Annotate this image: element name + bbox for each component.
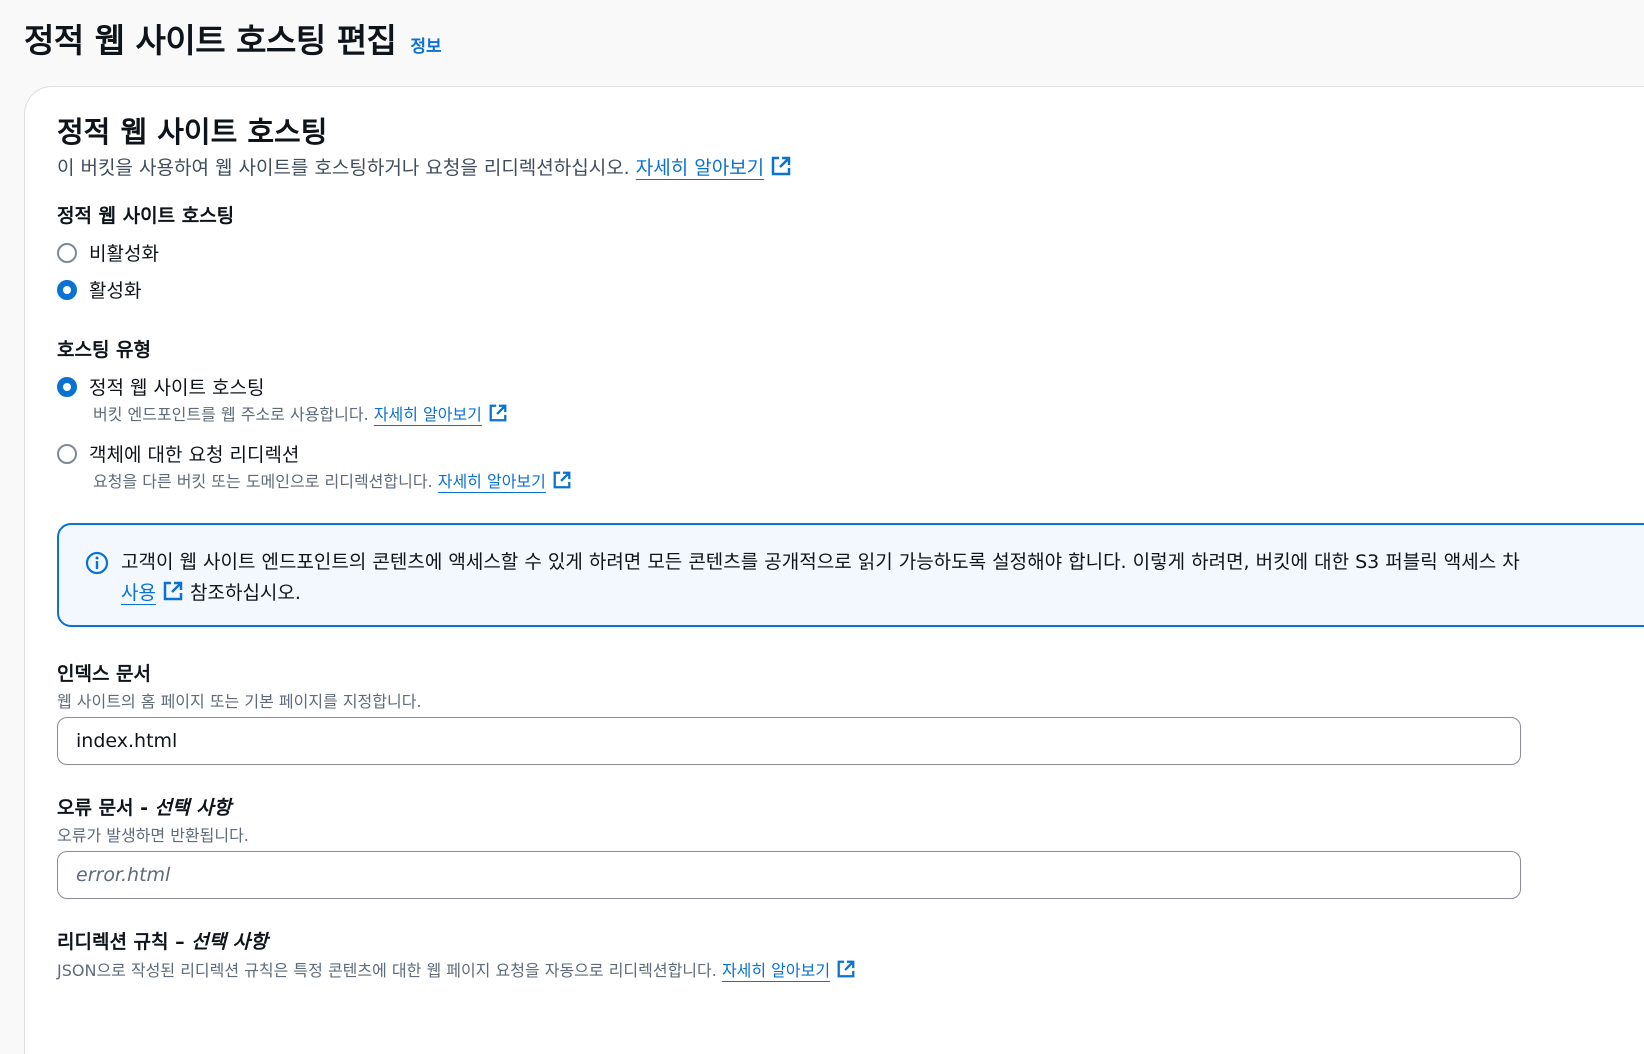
- redirect-rules-label: 리디렉션 규칙 – 선택 사항: [57, 931, 268, 953]
- radio-redirect-circle[interactable]: [57, 443, 77, 464]
- external-link-icon: [553, 471, 571, 489]
- radio-enable[interactable]: 활성화: [57, 276, 141, 303]
- index-document-label: 인덱스 문서: [57, 663, 152, 685]
- index-document-input[interactable]: [57, 717, 1521, 765]
- radio-enable-label: 활성화: [89, 280, 142, 302]
- radio-static-hosting-circle[interactable]: [57, 376, 77, 397]
- radio-disable-label: 비활성화: [89, 243, 159, 265]
- hosting-type-label: 호스팅 유형: [57, 339, 152, 361]
- radio-redirect-label: 객체에 대한 요청 리디렉션: [89, 444, 300, 466]
- hosting-panel: 정적 웹 사이트 호스팅 이 버킷을 사용하여 웹 사이트를 호스팅하거나 요청…: [24, 86, 1644, 1054]
- static-hosting-learn-more-link[interactable]: 자세히 알아보기: [374, 404, 508, 424]
- redirect-rules-hint: JSON으로 작성된 리디렉션 규칙은 특정 콘텐츠에 대한 웹 페이지 요청을…: [57, 957, 856, 981]
- external-link-icon: [489, 404, 507, 422]
- section-description: 이 버킷을 사용하여 웹 사이트를 호스팅하거나 요청을 리디렉션하십시오. 자…: [57, 153, 792, 180]
- radio-static-hosting[interactable]: 정적 웹 사이트 호스팅: [57, 373, 264, 400]
- radio-static-hosting-label: 정적 웹 사이트 호스팅: [89, 377, 265, 399]
- index-document-hint: 웹 사이트의 홈 페이지 또는 기본 페이지를 지정합니다.: [57, 692, 422, 711]
- radio-enable-circle[interactable]: [57, 279, 77, 300]
- radio-disable[interactable]: 비활성화: [57, 239, 159, 266]
- section-title: 정적 웹 사이트 호스팅: [57, 115, 328, 149]
- section-description-text: 이 버킷을 사용하여 웹 사이트를 호스팅하거나 요청을 리디렉션하십시오.: [57, 157, 630, 179]
- alert-link[interactable]: 사용: [121, 581, 184, 604]
- error-document-label: 오류 문서 - 선택 사항: [57, 797, 232, 819]
- page-header: 정적 웹 사이트 호스팅 편집 정보: [24, 14, 442, 62]
- error-document-input[interactable]: [57, 851, 1521, 899]
- alert-text: 고객이 웹 사이트 엔드포인트의 콘텐츠에 액세스할 수 있게 하려면 모든 콘…: [121, 551, 1520, 604]
- redirect-hint: 요청을 다른 버킷 또는 도메인으로 리디렉션합니다. 자세히 알아보기: [93, 468, 572, 492]
- external-link-icon: [771, 156, 791, 176]
- learn-more-link[interactable]: 자세히 알아보기: [636, 156, 792, 179]
- redirect-rules-learn-more-link[interactable]: 자세히 알아보기: [722, 960, 856, 980]
- error-document-hint: 오류가 발생하면 반환됩니다.: [57, 826, 249, 845]
- info-link[interactable]: 정보: [410, 32, 441, 57]
- redirect-learn-more-link[interactable]: 자세히 알아보기: [438, 471, 572, 491]
- info-circle-icon: [85, 551, 109, 575]
- radio-redirect[interactable]: 객체에 대한 요청 리디렉션: [57, 440, 299, 467]
- hosting-toggle-label: 정적 웹 사이트 호스팅: [57, 205, 235, 227]
- static-hosting-hint: 버킷 엔드포인트를 웹 주소로 사용합니다. 자세히 알아보기: [93, 401, 508, 425]
- radio-disable-circle[interactable]: [57, 242, 77, 263]
- page: 정적 웹 사이트 호스팅 편집 정보 정적 웹 사이트 호스팅 이 버킷을 사용…: [0, 0, 1644, 1054]
- page-title: 정적 웹 사이트 호스팅 편집: [24, 21, 397, 60]
- external-link-icon: [163, 581, 183, 601]
- info-alert: 고객이 웹 사이트 엔드포인트의 콘텐츠에 액세스할 수 있게 하려면 모든 콘…: [57, 523, 1644, 627]
- external-link-icon: [837, 960, 855, 978]
